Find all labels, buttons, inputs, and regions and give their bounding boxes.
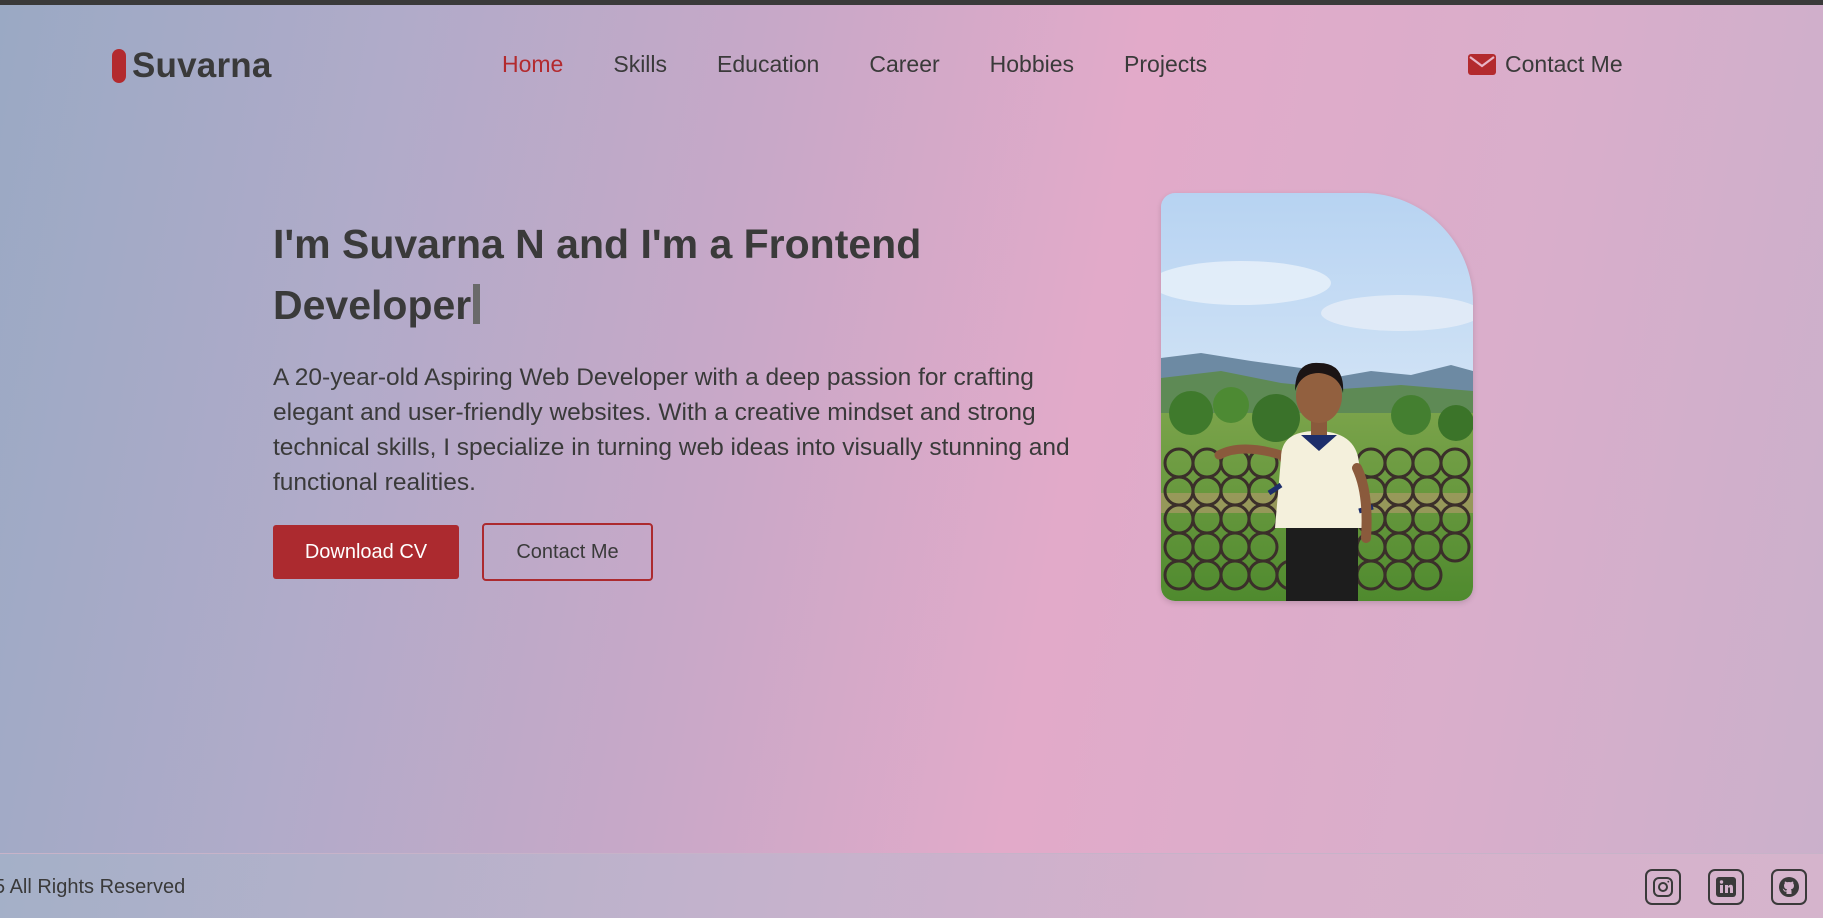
typing-cursor [473, 284, 481, 324]
nav-item-home[interactable]: Home [502, 51, 563, 78]
logo-text: Suvarna [132, 46, 272, 85]
nav-item-education[interactable]: Education [717, 51, 819, 78]
profile-photo [1161, 193, 1473, 601]
linkedin-icon [1716, 877, 1736, 897]
header-contact-link[interactable]: Contact Me [1468, 51, 1623, 78]
hero-intro: A 20-year-old Aspiring Web Developer wit… [273, 364, 1070, 496]
download-cv-button[interactable]: Download CV [273, 525, 459, 579]
top-border [0, 0, 1823, 5]
nav-item-projects[interactable]: Projects [1124, 51, 1207, 78]
nav-item-hobbies[interactable]: Hobbies [990, 51, 1074, 78]
envelope-icon [1468, 54, 1496, 75]
contact-me-button[interactable]: Contact Me [482, 523, 653, 581]
hero-headline: I'm Suvarna N and I'm a Frontend Develop… [273, 214, 1033, 336]
instagram-icon [1653, 877, 1673, 897]
nav-item-career[interactable]: Career [869, 51, 939, 78]
instagram-link[interactable] [1645, 869, 1681, 905]
logo-mark [112, 49, 126, 83]
header-contact-label: Contact Me [1505, 51, 1623, 77]
logo[interactable]: Suvarna [112, 46, 272, 86]
hero-headline-text: I'm Suvarna N and I'm a Frontend Develop… [273, 221, 922, 328]
linkedin-link[interactable] [1708, 869, 1744, 905]
github-icon [1779, 877, 1799, 897]
main-nav: Home Skills Education Career Hobbies Pro… [502, 51, 1257, 78]
footer: 5 All Rights Reserved [0, 853, 1823, 918]
github-link[interactable] [1771, 869, 1807, 905]
nav-item-skills[interactable]: Skills [613, 51, 667, 78]
copyright-text: 5 All Rights Reserved [0, 876, 186, 898]
